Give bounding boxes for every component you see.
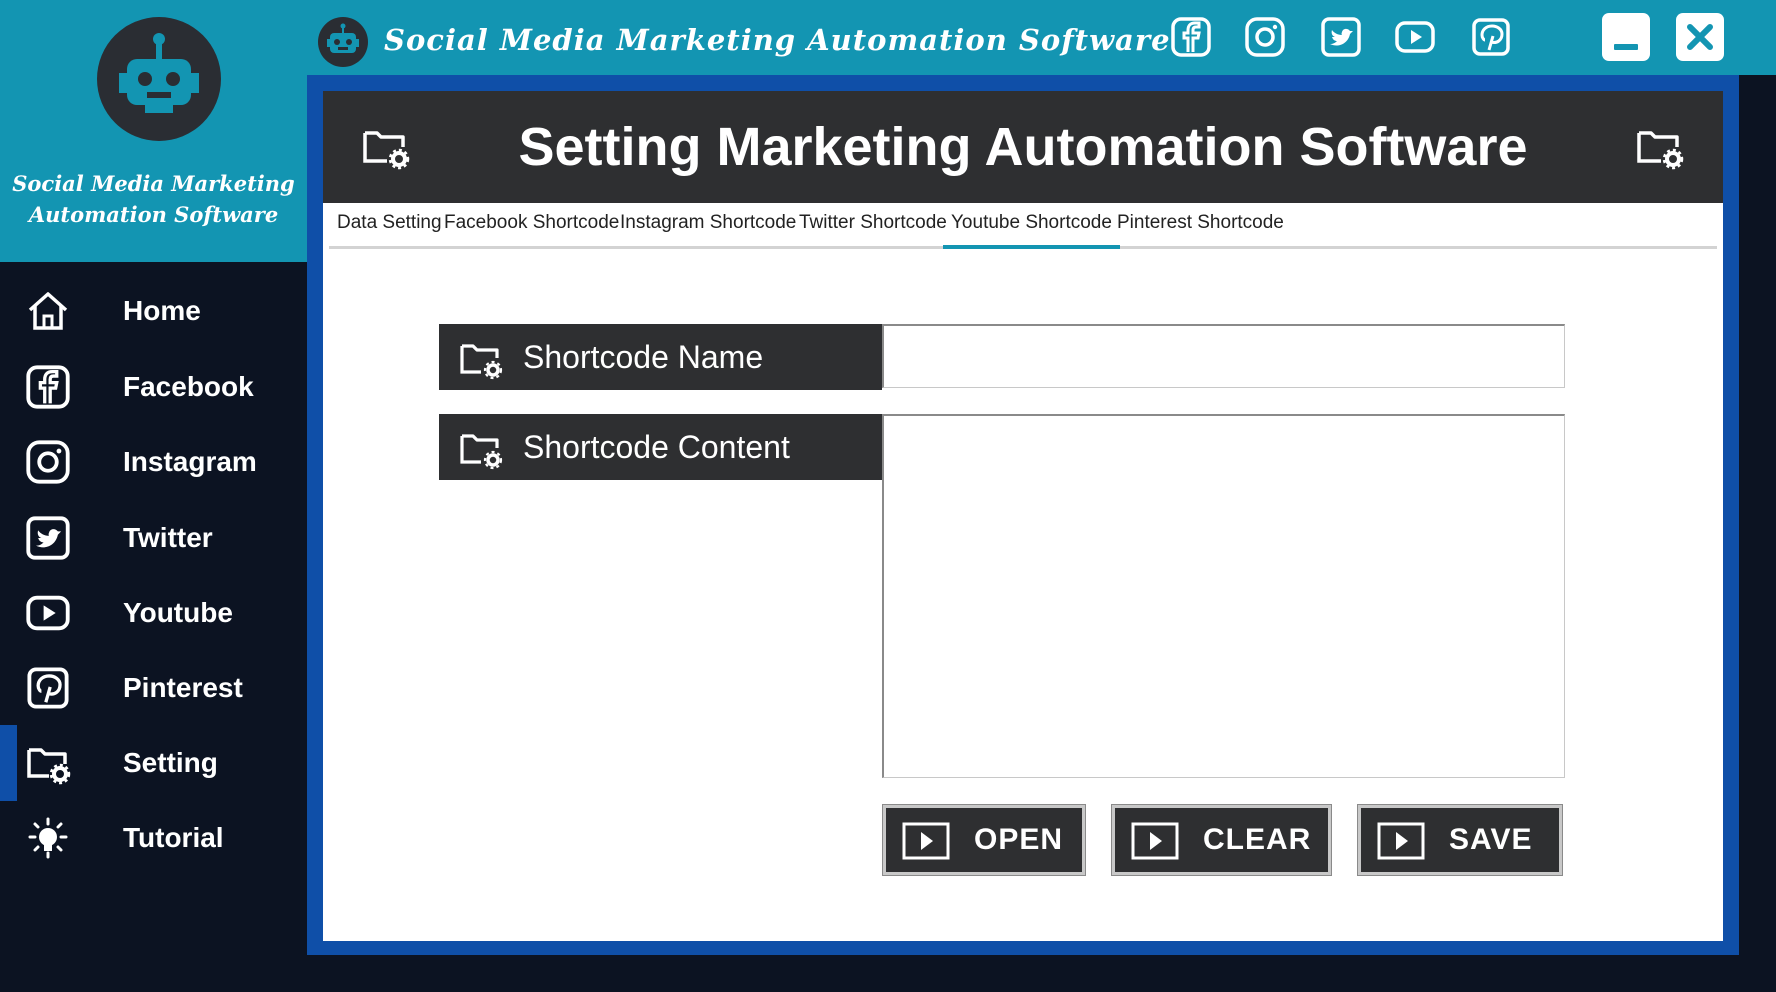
robot-logo-icon (97, 17, 221, 141)
robot-logo-icon (318, 17, 368, 67)
page-title: Setting Marketing Automation Software (518, 117, 1528, 177)
play-icon (1131, 822, 1179, 860)
tab-facebook-shortcode[interactable]: Facebook Shortcode (436, 203, 627, 249)
clear-button[interactable]: CLEAR (1111, 804, 1332, 876)
sidebar-item-twitter[interactable]: Twitter (0, 500, 307, 576)
page-header: Setting Marketing Automation Software (323, 91, 1723, 203)
close-button[interactable] (1676, 13, 1724, 61)
sidebar-item-label: Twitter (123, 522, 213, 553)
twitter-icon (24, 514, 72, 562)
sidebar-item-label: Facebook (123, 371, 254, 402)
shortcode-content-label: Shortcode Content (439, 414, 882, 480)
sidebar-item-label: Pinterest (123, 672, 243, 703)
instagram-icon (24, 438, 72, 486)
play-icon (902, 822, 950, 860)
tab-data-setting[interactable]: Data Setting (329, 203, 450, 249)
brand-name: Social Media Marketing Automation Softwa… (0, 168, 307, 230)
pinterest-icon[interactable] (1468, 14, 1514, 60)
shortcode-name-text: Shortcode Name (523, 338, 764, 375)
open-button-label: OPEN (974, 823, 1064, 856)
folder-gear-icon (460, 434, 503, 470)
minimize-button[interactable] (1602, 13, 1650, 61)
save-button-label: SAVE (1449, 823, 1533, 856)
sidebar-item-pinterest[interactable]: Pinterest (0, 650, 307, 726)
shortcode-name-label: Shortcode Name (439, 324, 882, 390)
tab-bar: Data Setting Facebook Shortcode Instagra… (329, 203, 1717, 249)
sidebar-item-label: Tutorial (123, 822, 224, 853)
tab-pinterest-shortcode[interactable]: Pinterest Shortcode (1109, 203, 1292, 249)
home-icon (24, 287, 72, 335)
brand-line-1: Social Media Marketing (12, 171, 295, 196)
tab-instagram-shortcode[interactable]: Instagram Shortcode (612, 203, 804, 249)
folder-gear-icon (1637, 131, 1684, 170)
lightbulb-icon (24, 814, 72, 862)
tab-youtube-shortcode[interactable]: Youtube Shortcode (943, 203, 1120, 249)
sidebar-item-tutorial[interactable]: Tutorial (0, 800, 307, 876)
sidebar-item-label: Home (123, 295, 201, 326)
content-panel: Setting Marketing Automation Software Da… (323, 91, 1723, 941)
app-title: Social Media Marketing Automation Softwa… (384, 23, 1171, 57)
youtube-icon (24, 589, 72, 637)
sidebar-item-label: Setting (123, 747, 218, 778)
folder-gear-icon (24, 739, 72, 787)
sidebar-item-label: Instagram (123, 446, 257, 477)
sidebar-item-youtube[interactable]: Youtube (0, 575, 307, 651)
shortcode-content-textarea[interactable] (882, 414, 1565, 778)
facebook-icon[interactable] (1168, 14, 1214, 60)
pinterest-icon (24, 664, 72, 712)
tab-twitter-shortcode[interactable]: Twitter Shortcode (791, 203, 955, 249)
save-button[interactable]: SAVE (1357, 804, 1563, 876)
sidebar-item-instagram[interactable]: Instagram (0, 424, 307, 500)
play-icon (1377, 822, 1425, 860)
instagram-icon[interactable] (1242, 14, 1288, 60)
brand-panel: Social Media Marketing Automation Softwa… (0, 0, 307, 262)
folder-gear-icon (460, 344, 503, 380)
sidebar-item-home[interactable]: Home (0, 273, 307, 349)
shortcode-content-text: Shortcode Content (523, 428, 790, 465)
close-icon (1687, 24, 1713, 50)
shortcode-name-input[interactable] (882, 324, 1565, 388)
sidebar-item-facebook[interactable]: Facebook (0, 349, 307, 425)
brand-line-2: Automation Software (28, 202, 279, 227)
sidebar-item-label: Youtube (123, 597, 233, 628)
facebook-icon (24, 363, 72, 411)
main-frame: Setting Marketing Automation Software Da… (307, 75, 1739, 955)
youtube-icon[interactable] (1392, 14, 1438, 60)
sidebar-item-setting[interactable]: Setting (0, 725, 307, 801)
twitter-icon[interactable] (1318, 14, 1364, 60)
open-button[interactable]: OPEN (882, 804, 1086, 876)
clear-button-label: CLEAR (1203, 823, 1312, 856)
minimize-icon (1614, 44, 1638, 50)
sidebar: Home Facebook Instagram Twitter Youtube … (0, 262, 307, 992)
